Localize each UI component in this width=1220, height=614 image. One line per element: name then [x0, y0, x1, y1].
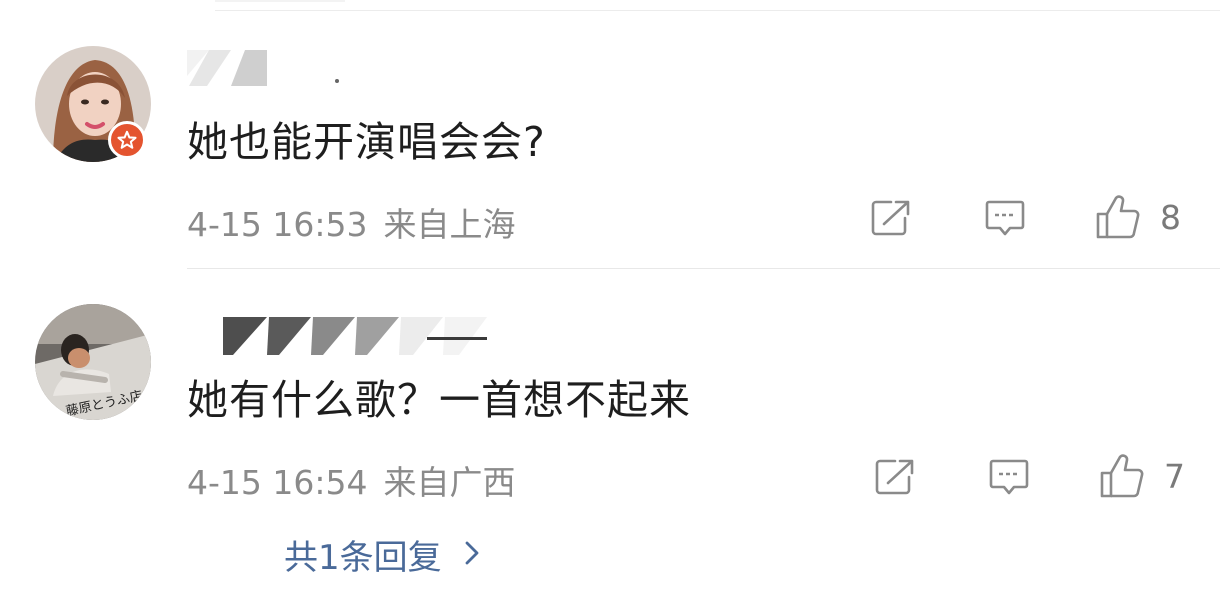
repost-button[interactable] [870, 198, 912, 238]
top-edge-mark [215, 0, 345, 2]
comment-text: 她有什么歌？一首想不起来 [187, 376, 691, 424]
comment-location: 来自广西 [383, 463, 516, 502]
top-divider [215, 10, 1220, 11]
comment-time: 4-15 16:53 [187, 205, 368, 244]
avatar-image: 藤原とうふ店 [35, 304, 151, 420]
view-replies-link[interactable]: 共1条回复 [284, 530, 480, 579]
username-masked[interactable] [187, 46, 357, 86]
like-icon [1100, 454, 1144, 498]
comment-icon [989, 459, 1029, 495]
view-replies-label: 共1条回复 [284, 538, 442, 578]
comment-time: 4-15 16:54 [187, 463, 368, 502]
comment-meta: 4-15 16:53 来自上海 [187, 198, 516, 246]
repost-icon [871, 200, 910, 236]
like-count: 7 [1164, 456, 1185, 496]
repost-icon [875, 459, 914, 495]
username-masked[interactable] [187, 313, 489, 355]
like-button[interactable]: 7 [1098, 453, 1185, 499]
comment-button[interactable] [984, 198, 1026, 238]
masked-username-graphic [223, 317, 489, 355]
comment-divider [187, 268, 1220, 269]
like-button[interactable]: 8 [1094, 194, 1181, 240]
comment-icon [985, 200, 1025, 236]
verified-badge-icon [108, 121, 146, 159]
avatar[interactable]: 藤原とうふ店 [35, 304, 151, 420]
comment-text: 她也能开演唱会会? [187, 118, 546, 166]
comment-location: 来自上海 [383, 205, 516, 244]
like-count: 8 [1160, 197, 1181, 237]
like-icon [1096, 195, 1140, 239]
comment-button[interactable] [988, 457, 1030, 497]
repost-button[interactable] [874, 457, 916, 497]
chevron-right-icon [464, 535, 480, 575]
masked-username-graphic [187, 50, 339, 86]
comment-meta: 4-15 16:54 来自广西 [187, 456, 516, 504]
